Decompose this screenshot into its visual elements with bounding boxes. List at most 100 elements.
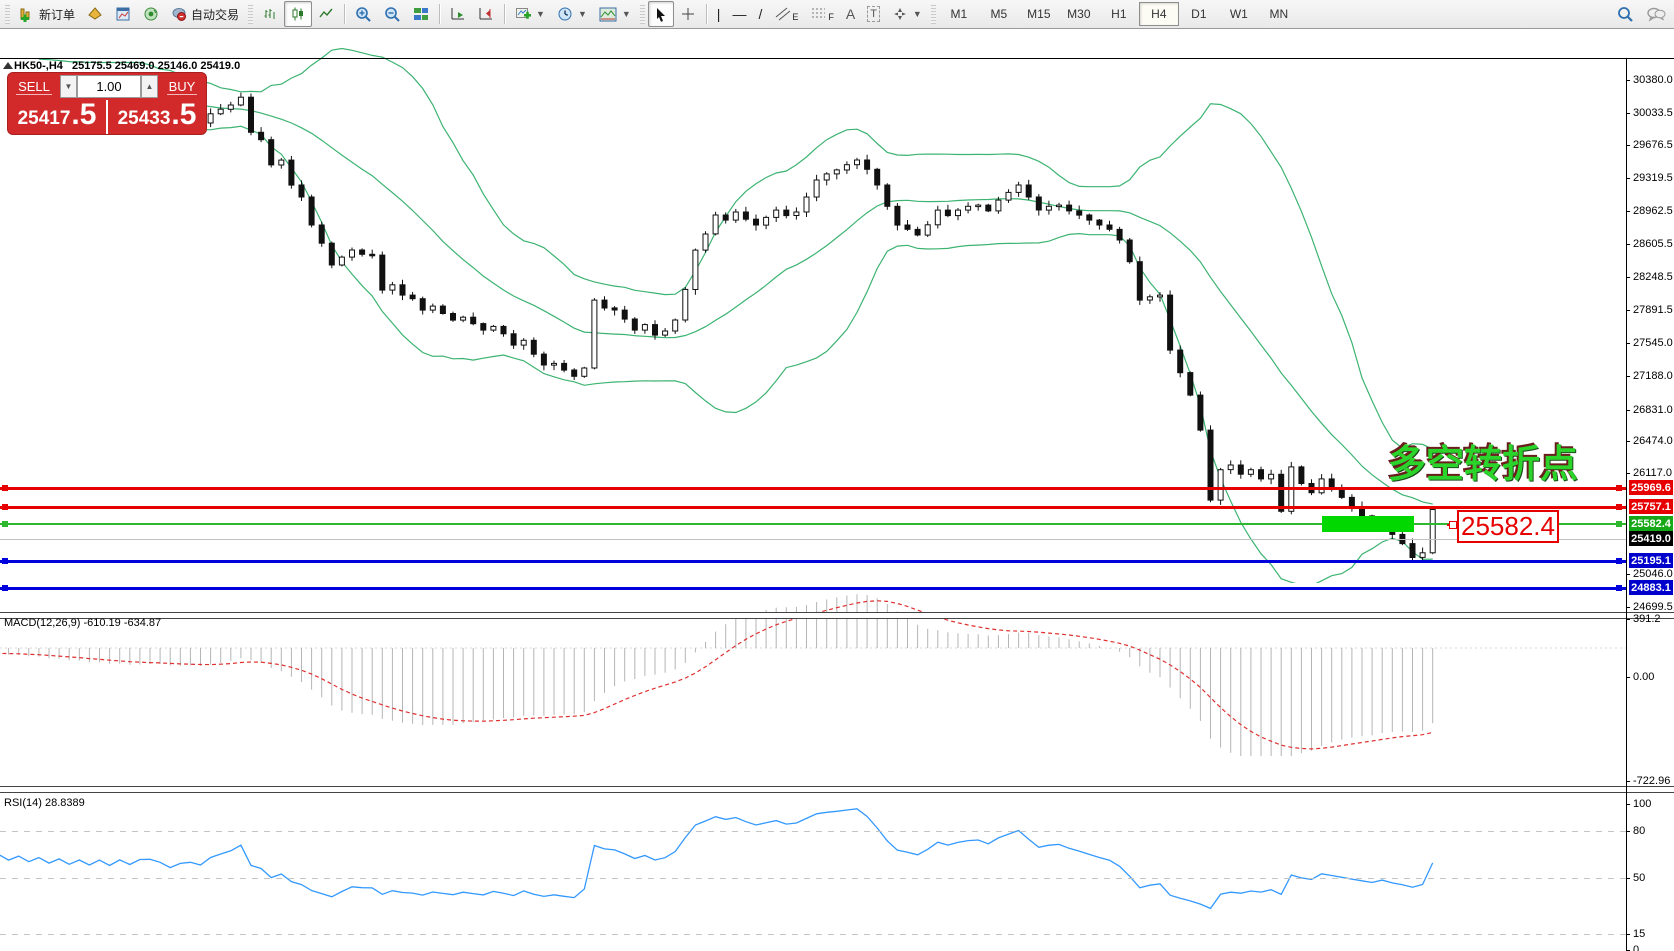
timeframe-h4[interactable]: H4 xyxy=(1139,2,1179,26)
timeframe-m15[interactable]: M15 xyxy=(1019,2,1059,26)
zoom-in-button[interactable] xyxy=(349,1,378,27)
rsi-level-line xyxy=(0,878,1626,879)
volume-decrease-button[interactable]: ▼ xyxy=(60,75,77,98)
fibonacci-tool[interactable]: F xyxy=(804,1,840,27)
one-click-trading-panel: SELL ▼ ▲ BUY 25417 .5 25433 .5 xyxy=(8,73,206,134)
buy-price[interactable]: 25433 .5 xyxy=(108,100,206,134)
timeframe-m30[interactable]: M30 xyxy=(1059,2,1099,26)
timeframe-w1[interactable]: W1 xyxy=(1219,2,1259,26)
channel-icon xyxy=(774,6,792,22)
timeframe-mn[interactable]: MN xyxy=(1259,2,1299,26)
horizontal-line-25757.1[interactable] xyxy=(0,506,1626,509)
toolbar-grip xyxy=(5,4,10,24)
axis-tick: 24699.5 xyxy=(1626,601,1674,613)
sell-button[interactable]: SELL xyxy=(8,79,60,94)
volume-increase-button[interactable]: ▲ xyxy=(141,75,158,98)
price-tag-25195.1: 25195.1 xyxy=(1629,553,1673,568)
line-handle[interactable] xyxy=(2,485,8,491)
line-handle[interactable] xyxy=(1616,485,1622,491)
new-order-icon xyxy=(19,6,35,22)
line-handle[interactable] xyxy=(2,504,8,510)
toolbar-separator xyxy=(504,4,505,24)
timeframe-m5[interactable]: M5 xyxy=(979,2,1019,26)
crosshair-tool-button[interactable] xyxy=(674,1,702,27)
arrows-tool[interactable]: ▼ xyxy=(886,1,928,27)
price-tag-25582.4: 25582.4 xyxy=(1629,516,1673,531)
collapse-triangle-icon[interactable] xyxy=(3,62,13,69)
autotrading-button[interactable]: 自动交易 xyxy=(165,1,245,27)
axis-tick: 30033.5 xyxy=(1626,107,1674,119)
bar-chart-icon xyxy=(262,6,278,22)
search-button[interactable] xyxy=(1611,1,1640,27)
periods-clock-icon xyxy=(557,6,573,22)
volume-input[interactable] xyxy=(77,75,141,98)
market-watch-button[interactable] xyxy=(109,1,137,27)
axis-tick: 28248.5 xyxy=(1626,271,1674,283)
toolbar-grip xyxy=(248,4,253,24)
vertical-line-tool[interactable]: | xyxy=(711,1,727,27)
horizontal-line-tool[interactable]: — xyxy=(726,1,752,27)
zoom-out-icon xyxy=(384,6,401,23)
macd-splitter[interactable] xyxy=(0,612,1674,619)
line-chart-button[interactable] xyxy=(312,1,340,27)
turning-point-annotation[interactable]: 多空转折点 xyxy=(1388,433,1578,488)
horizontal-line-25969.6[interactable] xyxy=(0,487,1626,490)
zoom-out-button[interactable] xyxy=(378,1,407,27)
line-handle[interactable] xyxy=(2,521,8,527)
timeframe-m1[interactable]: M1 xyxy=(939,2,979,26)
indicators-button[interactable]: ▼ xyxy=(509,1,551,27)
axis-tick: 29319.5 xyxy=(1626,172,1674,184)
auto-scroll-button[interactable] xyxy=(444,1,472,27)
cursor-icon xyxy=(654,7,668,22)
line-handle[interactable] xyxy=(1616,521,1622,527)
horizontal-line-25419.0[interactable] xyxy=(0,539,1626,540)
price-tag-24883.1: 24883.1 xyxy=(1629,580,1673,595)
candlesticks xyxy=(148,93,1436,563)
chat-button[interactable] xyxy=(1640,1,1672,27)
signals-icon xyxy=(143,6,159,22)
trendline-tool[interactable]: / xyxy=(752,1,768,27)
axis-tick: 25046.0 xyxy=(1626,568,1674,580)
buy-price-main: 25433 xyxy=(118,108,171,130)
horizontal-line-25195.1[interactable] xyxy=(0,560,1626,563)
line-handle[interactable] xyxy=(1616,558,1622,564)
new-order-button[interactable]: 新订单 xyxy=(13,1,81,27)
periods-caret: ▼ xyxy=(578,9,587,19)
text-label-tool[interactable]: T xyxy=(861,1,886,27)
label-anchor-handle[interactable] xyxy=(1449,521,1457,529)
text-tool[interactable]: A xyxy=(840,1,861,27)
timeframe-h1[interactable]: H1 xyxy=(1099,2,1139,26)
line-handle[interactable] xyxy=(1616,585,1622,591)
rsi-splitter[interactable] xyxy=(0,786,1674,793)
axis-tick: 100 xyxy=(1626,798,1674,810)
timeframe-d1[interactable]: D1 xyxy=(1179,2,1219,26)
axis-tick: 26831.0 xyxy=(1626,404,1674,416)
fibonacci-icon xyxy=(810,6,828,22)
templates-button[interactable]: ▼ xyxy=(593,1,637,27)
cursor-tool-button[interactable] xyxy=(648,1,674,27)
chart-surface[interactable]: 30380.030033.529676.529319.528962.528605… xyxy=(0,29,1674,951)
buy-button[interactable]: BUY xyxy=(158,79,206,94)
bar-chart-button[interactable] xyxy=(256,1,284,27)
candlestick-chart-button[interactable] xyxy=(284,1,312,27)
channel-tool[interactable]: E xyxy=(768,1,804,27)
tile-windows-button[interactable] xyxy=(407,1,435,27)
buy-price-frac: .5 xyxy=(171,100,196,130)
axis-tick: 30380.0 xyxy=(1626,74,1674,86)
green-highlight-rectangle[interactable] xyxy=(1322,516,1414,532)
sell-price[interactable]: 25417 .5 xyxy=(8,100,108,134)
line-handle[interactable] xyxy=(2,585,8,591)
line-handle[interactable] xyxy=(2,558,8,564)
profiles-button[interactable] xyxy=(81,1,109,27)
toolbar-grip xyxy=(640,4,645,24)
line-handle[interactable] xyxy=(1616,504,1622,510)
price-axis-border xyxy=(1626,58,1627,951)
sell-price-main: 25417 xyxy=(18,108,71,130)
price-callout-label[interactable]: 25582.4 xyxy=(1457,510,1559,543)
periods-button[interactable]: ▼ xyxy=(551,1,593,27)
autotrading-label: 自动交易 xyxy=(191,6,239,23)
chart-shift-button[interactable] xyxy=(472,1,500,27)
axis-tick: 28962.5 xyxy=(1626,205,1674,217)
horizontal-line-24883.1[interactable] xyxy=(0,587,1626,590)
signals-button[interactable] xyxy=(137,1,165,27)
